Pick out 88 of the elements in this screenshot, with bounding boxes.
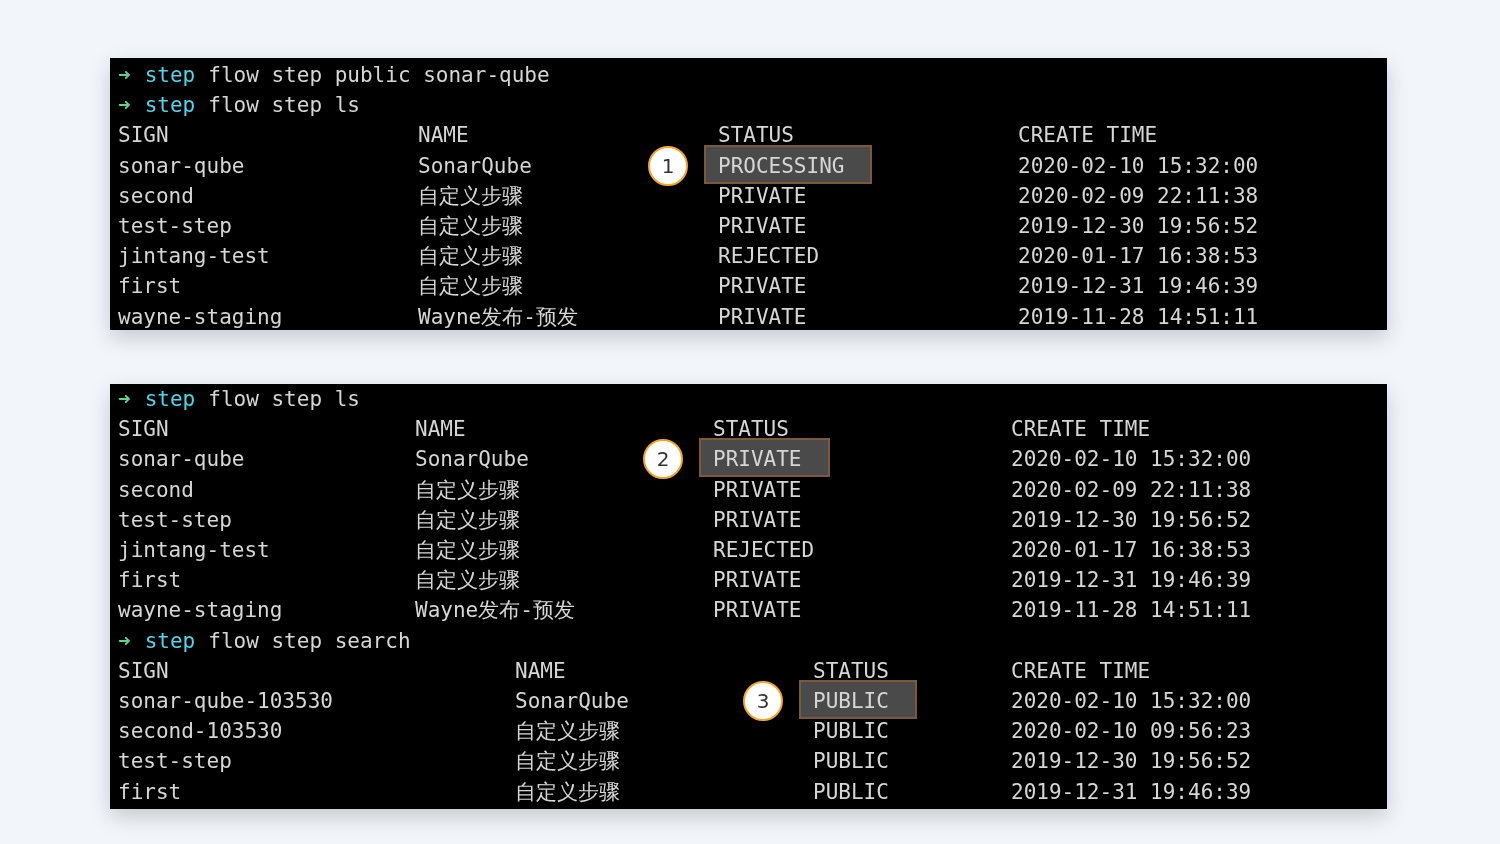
table-cell: first <box>118 274 182 299</box>
prompt-arrow: ➜ <box>118 92 131 120</box>
column-header: NAME <box>415 417 466 442</box>
table-cell: 2020-02-10 15:32:00 <box>1011 447 1252 472</box>
table-cell: 2020-02-10 09:56:23 <box>1011 719 1252 744</box>
table-cell: 2019-12-31 19:46:39 <box>1018 274 1259 299</box>
table-cell: test-step <box>118 214 232 239</box>
table-cell: test-step <box>118 749 232 774</box>
table-cell: 自定义步骤 <box>415 568 520 593</box>
table-cell: 2020-01-17 16:38:53 <box>1018 244 1259 269</box>
table-cell: 自定义步骤 <box>418 214 523 239</box>
table-cell: SonarQube <box>415 447 529 472</box>
prompt-arrow: ➜ <box>118 62 131 89</box>
command-args: flow step search <box>208 627 411 655</box>
prompt-arrow: ➜ <box>118 627 131 655</box>
table-cell: 2019-12-30 19:56:52 <box>1011 507 1252 532</box>
table-cell: 2019-12-31 19:46:39 <box>1011 779 1252 804</box>
table-cell: 2019-12-30 19:56:52 <box>1018 214 1259 239</box>
table-cell: second <box>118 477 194 502</box>
table-cell: 自定义步骤 <box>418 274 523 299</box>
table-cell: 自定义步骤 <box>415 507 520 532</box>
command-name: step <box>144 62 196 89</box>
callout-number: 1 <box>648 145 688 186</box>
command-name: step <box>144 386 196 413</box>
table-cell: PUBLIC <box>813 719 889 744</box>
column-header: CREATE TIME <box>1018 123 1158 148</box>
table-cell: second <box>118 183 194 208</box>
table-cell: Wayne发布-预发 <box>418 304 578 329</box>
table-cell: sonar-qube <box>118 153 245 178</box>
table-cell: 2020-02-09 22:11:38 <box>1011 477 1252 502</box>
table-cell: 自定义步骤 <box>415 477 520 502</box>
command-name: step <box>144 627 196 655</box>
callout-number: 2 <box>643 439 683 480</box>
table-cell: sonar-qube <box>118 447 245 472</box>
table-cell: PRIVATE <box>718 214 807 239</box>
table-cell: 自定义步骤 <box>515 779 620 804</box>
command-args: flow step ls <box>208 386 360 413</box>
table-cell: 自定义步骤 <box>515 719 620 744</box>
command-name: step <box>144 92 196 120</box>
table-cell: PUBLIC <box>813 779 889 804</box>
table-cell: first <box>118 568 182 593</box>
table-cell: PRIVATE <box>718 274 807 299</box>
table-cell: PRIVATE <box>713 507 802 532</box>
table-cell: PUBLIC <box>813 749 889 774</box>
table-cell: PRIVATE <box>718 304 807 329</box>
table-cell: PRIVATE <box>699 438 830 478</box>
table-cell: 2019-12-31 19:46:39 <box>1011 568 1252 593</box>
table-cell: 2020-02-10 15:32:00 <box>1011 688 1252 713</box>
table-cell: 自定义步骤 <box>418 183 523 208</box>
column-header: CREATE TIME <box>1011 417 1151 442</box>
table-cell: Wayne发布-预发 <box>415 598 575 623</box>
column-header: SIGN <box>118 417 169 442</box>
table-cell: PROCESSING <box>704 144 873 184</box>
table-cell: 2019-11-28 14:51:11 <box>1011 598 1252 623</box>
table-cell: 自定义步骤 <box>418 244 523 269</box>
table-cell: PRIVATE <box>713 568 802 593</box>
table-cell: 2019-12-30 19:56:52 <box>1011 749 1252 774</box>
table-cell: test-step <box>118 507 232 532</box>
column-header: NAME <box>418 123 469 148</box>
table-cell: jintang-test <box>118 244 270 269</box>
table-cell: PUBLIC <box>799 679 917 719</box>
table-cell: first <box>118 779 182 804</box>
column-header: SIGN <box>118 658 169 683</box>
table-cell: 2020-02-10 15:32:00 <box>1018 153 1259 178</box>
column-header: SIGN <box>118 123 169 148</box>
table-cell: jintang-test <box>118 538 270 563</box>
command-args: flow step ls <box>208 92 360 120</box>
table-cell: wayne-staging <box>118 598 283 623</box>
table-cell: PRIVATE <box>713 477 802 502</box>
table-cell: wayne-staging <box>118 304 283 329</box>
table-cell: 2020-02-09 22:11:38 <box>1018 183 1259 208</box>
table-cell: second-103530 <box>118 719 283 744</box>
table-cell: sonar-qube-103530 <box>118 688 333 713</box>
table-cell: PRIVATE <box>718 183 807 208</box>
table-cell: REJECTED <box>713 538 815 563</box>
table-cell: 自定义步骤 <box>415 538 520 563</box>
callout-number: 3 <box>743 680 783 721</box>
table-cell: PRIVATE <box>713 598 802 623</box>
column-header: NAME <box>515 658 566 683</box>
prompt-arrow: ➜ <box>118 386 131 413</box>
column-header: CREATE TIME <box>1011 658 1151 683</box>
command-args: flow step public sonar-qube <box>208 62 550 89</box>
table-cell: SonarQube <box>515 688 629 713</box>
table-cell: SonarQube <box>418 153 532 178</box>
table-cell: 2020-01-17 16:38:53 <box>1011 538 1252 563</box>
table-cell: 自定义步骤 <box>515 749 620 774</box>
table-cell: 2019-11-28 14:51:11 <box>1018 304 1259 329</box>
table-cell: REJECTED <box>718 244 820 269</box>
